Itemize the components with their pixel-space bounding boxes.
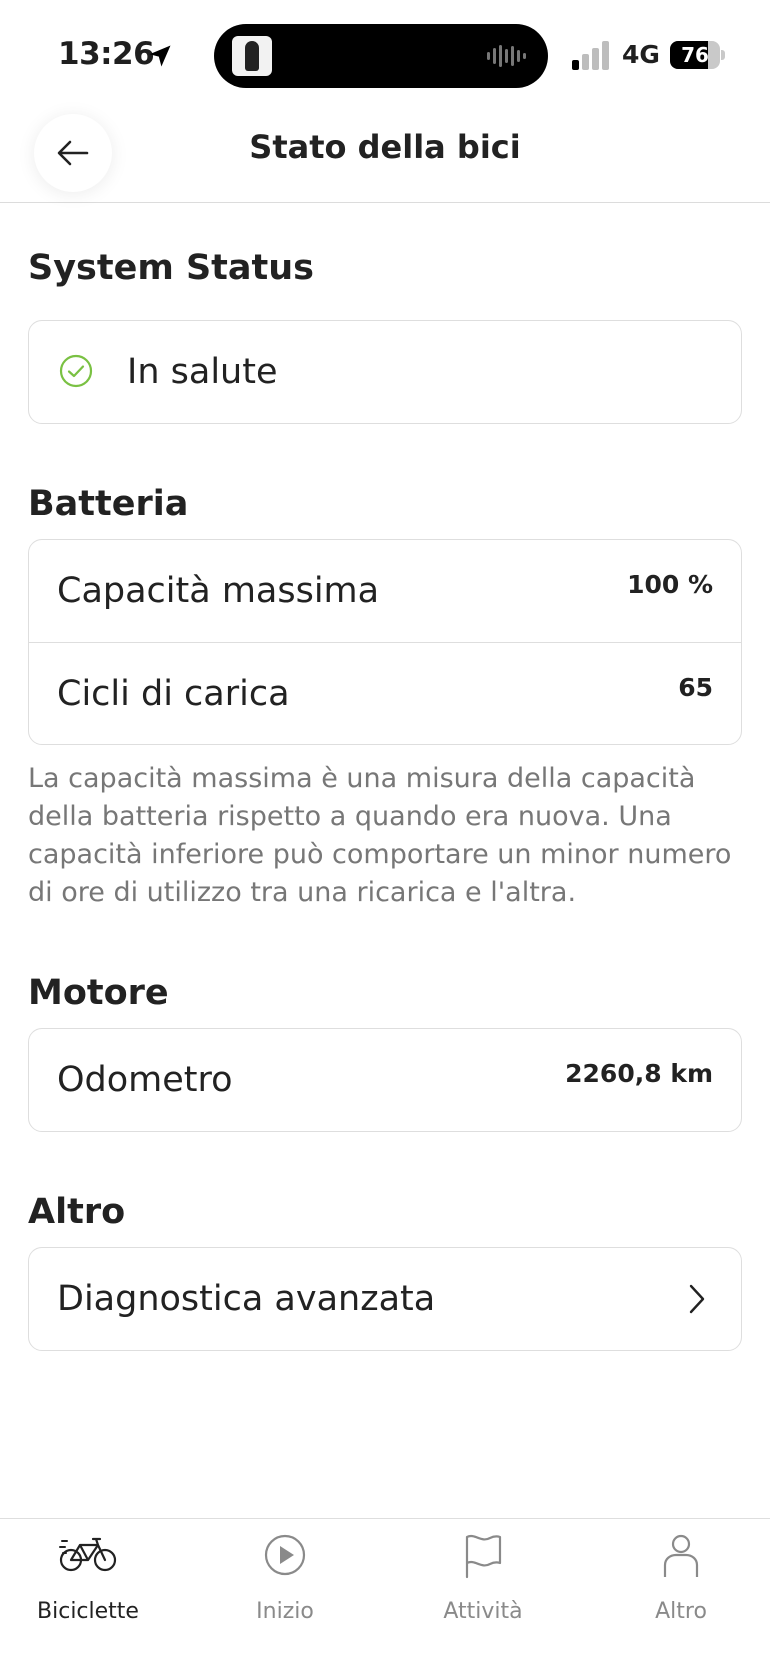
other-card: Diagnostica avanzata — [28, 1247, 742, 1351]
now-playing-artwork — [232, 36, 272, 76]
tab-activities[interactable]: Attività — [403, 1519, 563, 1639]
tab-bar: Biciclette Inizio Attività Altro — [0, 1518, 770, 1673]
tab-home[interactable]: Inizio — [205, 1519, 365, 1639]
dynamic-island[interactable] — [214, 24, 548, 88]
tab-home-label: Inizio — [256, 1599, 314, 1624]
max-capacity-label: Capacità massima — [57, 571, 380, 611]
odometer-label: Odometro — [57, 1060, 233, 1100]
max-capacity-row: Capacità massima 100 % — [29, 540, 741, 642]
battery-percent: 76 — [681, 43, 709, 67]
tab-more-label: Altro — [655, 1599, 707, 1624]
chevron-right-icon — [689, 1284, 705, 1314]
tab-bikes-label: Biciclette — [37, 1599, 139, 1624]
nav-header: Stato della bici — [0, 100, 770, 203]
advanced-diagnostics-row[interactable]: Diagnostica avanzata — [29, 1248, 741, 1350]
system-status-text: In salute — [127, 352, 278, 392]
system-status-row: In salute — [29, 321, 741, 423]
person-icon — [663, 1534, 699, 1577]
tab-activities-label: Attività — [443, 1599, 523, 1624]
battery-capacity-note: La capacità massima è una misura della c… — [28, 763, 732, 908]
charge-cycles-row: Cicli di carica 65 — [29, 642, 741, 744]
status-time: 13:26 — [58, 36, 155, 72]
motor-section-title: Motore — [28, 973, 169, 1013]
location-arrow-icon — [149, 45, 171, 67]
flag-icon — [465, 1534, 502, 1579]
cellular-signal-icon — [572, 41, 609, 70]
tab-more[interactable]: Altro — [601, 1519, 761, 1639]
bicycle-icon — [59, 1537, 117, 1572]
play-circle-icon — [264, 1534, 306, 1576]
system-status-card: In salute — [28, 320, 742, 424]
audio-wave-icon — [487, 45, 526, 67]
status-bar: 13:26 4G 76 — [0, 0, 770, 110]
screen: 13:26 4G 76 Stato della bici System Stat… — [0, 0, 770, 1673]
charge-cycles-label: Cicli di carica — [57, 674, 290, 714]
check-circle-icon — [59, 354, 93, 388]
odometer-value: 2260,8 km — [565, 1059, 713, 1088]
system-status-title: System Status — [28, 248, 315, 288]
advanced-diagnostics-label: Diagnostica avanzata — [57, 1279, 436, 1319]
max-capacity-value: 100 % — [627, 570, 713, 599]
battery-icon: 76 — [670, 41, 725, 69]
odometer-row: Odometro 2260,8 km — [29, 1029, 741, 1131]
network-type: 4G — [622, 40, 660, 69]
motor-card: Odometro 2260,8 km — [28, 1028, 742, 1132]
other-section-title: Altro — [28, 1192, 126, 1232]
battery-card: Capacità massima 100 % Cicli di carica 6… — [28, 539, 742, 745]
battery-section-title: Batteria — [28, 484, 189, 524]
tab-bikes[interactable]: Biciclette — [8, 1519, 168, 1639]
charge-cycles-value: 65 — [678, 673, 713, 702]
page-title: Stato della bici — [249, 128, 521, 166]
